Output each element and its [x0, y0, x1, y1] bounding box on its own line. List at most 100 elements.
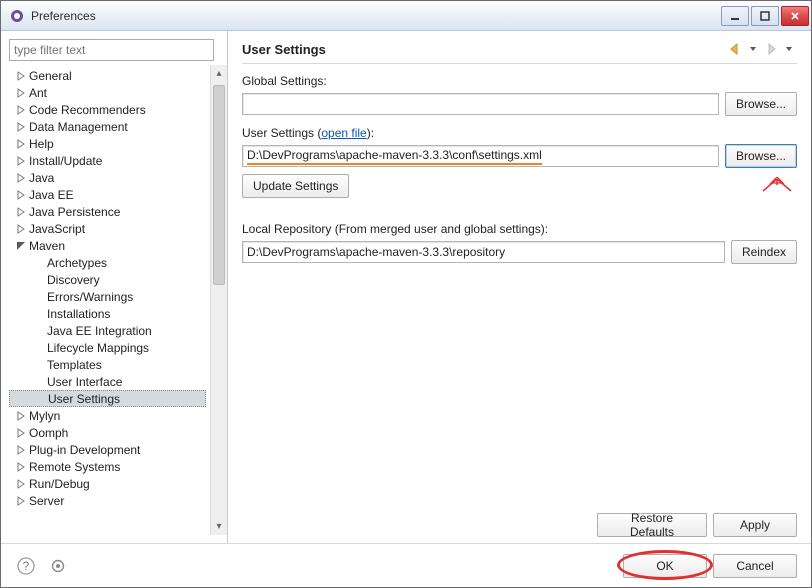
tree-spacer	[33, 359, 45, 371]
forward-icon[interactable]	[763, 41, 779, 57]
window-buttons	[721, 6, 809, 26]
window-title: Preferences	[31, 9, 721, 23]
local-repo-label: Local Repository (From merged user and g…	[242, 222, 797, 236]
global-browse-button[interactable]: Browse...	[725, 92, 797, 116]
local-repo-input[interactable]	[242, 241, 725, 263]
scroll-thumb[interactable]	[213, 85, 225, 285]
chevron-right-icon[interactable]	[15, 495, 27, 507]
history-nav	[727, 41, 797, 57]
back-icon[interactable]	[727, 41, 743, 57]
tree-spacer	[33, 376, 45, 388]
tree-item[interactable]: Errors/Warnings	[9, 288, 210, 305]
tree-item[interactable]: User Interface	[9, 373, 210, 390]
chevron-right-icon[interactable]	[15, 427, 27, 439]
tree-spacer	[33, 274, 45, 286]
chevron-right-icon[interactable]	[15, 223, 27, 235]
tree-item[interactable]: Data Management	[9, 118, 210, 135]
scroll-down-icon[interactable]: ▾	[211, 518, 227, 535]
apply-button[interactable]: Apply	[713, 513, 797, 537]
tree-item[interactable]: Java Persistence	[9, 203, 210, 220]
tree-item[interactable]: Code Recommenders	[9, 101, 210, 118]
chevron-right-icon[interactable]	[15, 155, 27, 167]
content-pane: User Settings Global Settings: Browse...	[228, 31, 811, 543]
tree-item[interactable]: General	[9, 67, 210, 84]
chevron-right-icon[interactable]	[15, 87, 27, 99]
chevron-right-icon[interactable]	[15, 138, 27, 150]
chevron-right-icon[interactable]	[15, 410, 27, 422]
filter-input[interactable]	[9, 39, 214, 61]
tree-spacer	[34, 393, 46, 405]
tree-item[interactable]: Server	[9, 492, 210, 509]
chevron-right-icon[interactable]	[15, 172, 27, 184]
chevron-right-icon[interactable]	[15, 444, 27, 456]
back-dropdown-icon[interactable]	[745, 41, 761, 57]
tree-spacer	[33, 325, 45, 337]
tree-item[interactable]: Templates	[9, 356, 210, 373]
tree-item-label: User Settings	[48, 392, 120, 406]
tree-item-label: Templates	[47, 358, 102, 372]
tree-item-label: Remote Systems	[29, 460, 120, 474]
scroll-up-icon[interactable]: ▴	[211, 65, 227, 82]
app-icon	[9, 8, 25, 24]
tree-item[interactable]: JavaScript	[9, 220, 210, 237]
titlebar[interactable]: Preferences	[1, 1, 811, 31]
tree-item-label: Java EE Integration	[47, 324, 152, 338]
chevron-right-icon[interactable]	[15, 70, 27, 82]
tree-item[interactable]: Maven	[9, 237, 210, 254]
chevron-right-icon[interactable]	[15, 104, 27, 116]
annotation-arrow-icon	[757, 177, 797, 195]
tree-item[interactable]: Install/Update	[9, 152, 210, 169]
cancel-button[interactable]: Cancel	[713, 554, 797, 578]
tree-item[interactable]: Help	[9, 135, 210, 152]
chevron-right-icon[interactable]	[15, 461, 27, 473]
restore-defaults-button[interactable]: Restore Defaults	[597, 513, 707, 537]
progress-icon	[47, 555, 69, 577]
tree-item[interactable]: Installations	[9, 305, 210, 322]
tree-scrollbar[interactable]: ▴ ▾	[210, 65, 227, 535]
chevron-right-icon[interactable]	[15, 478, 27, 490]
help-icon[interactable]: ?	[15, 555, 37, 577]
chevron-right-icon[interactable]	[15, 189, 27, 201]
tree-item-label: Ant	[29, 86, 47, 100]
tree-item[interactable]: Lifecycle Mappings	[9, 339, 210, 356]
tree-item-label: General	[29, 69, 72, 83]
tree-item-label: Java Persistence	[29, 205, 120, 219]
tree-item-label: Help	[29, 137, 54, 151]
chevron-down-icon[interactable]	[15, 240, 27, 252]
tree-item[interactable]: Mylyn	[9, 407, 210, 424]
tree-item[interactable]: Discovery	[9, 271, 210, 288]
tree-item-label: Errors/Warnings	[47, 290, 133, 304]
tree-item-label: Oomph	[29, 426, 68, 440]
tree-item[interactable]: Java EE	[9, 186, 210, 203]
open-file-link[interactable]: open file	[321, 126, 366, 140]
tree-item[interactable]: Archetypes	[9, 254, 210, 271]
tree-item-label: Server	[29, 494, 64, 508]
ok-button[interactable]: OK	[623, 554, 707, 578]
close-button[interactable]	[781, 6, 809, 26]
tree-item-label: Maven	[29, 239, 65, 253]
global-settings-label: Global Settings:	[242, 74, 797, 88]
global-settings-input[interactable]	[242, 93, 719, 115]
tree-item[interactable]: Java EE Integration	[9, 322, 210, 339]
maximize-button[interactable]	[751, 6, 779, 26]
footer: ? OK Cancel	[1, 543, 811, 587]
tree-item[interactable]: Ant	[9, 84, 210, 101]
preferences-tree[interactable]: General AntCode RecommendersData Manageme…	[9, 65, 210, 535]
tree-item-label: User Interface	[47, 375, 122, 389]
chevron-right-icon[interactable]	[15, 121, 27, 133]
tree-item[interactable]: Remote Systems	[9, 458, 210, 475]
tree-spacer	[33, 257, 45, 269]
user-settings-input[interactable]: D:\DevPrograms\apache-maven-3.3.3\conf\s…	[242, 145, 719, 167]
tree-item-label: Install/Update	[29, 154, 102, 168]
tree-item[interactable]: Java	[9, 169, 210, 186]
tree-item[interactable]: Oomph	[9, 424, 210, 441]
update-settings-button[interactable]: Update Settings	[242, 174, 349, 198]
tree-item[interactable]: Run/Debug	[9, 475, 210, 492]
reindex-button[interactable]: Reindex	[731, 240, 797, 264]
forward-dropdown-icon[interactable]	[781, 41, 797, 57]
tree-item[interactable]: Plug-in Development	[9, 441, 210, 458]
chevron-right-icon[interactable]	[15, 206, 27, 218]
tree-item[interactable]: User Settings	[9, 390, 206, 407]
minimize-button[interactable]	[721, 6, 749, 26]
user-browse-button[interactable]: Browse...	[725, 144, 797, 168]
